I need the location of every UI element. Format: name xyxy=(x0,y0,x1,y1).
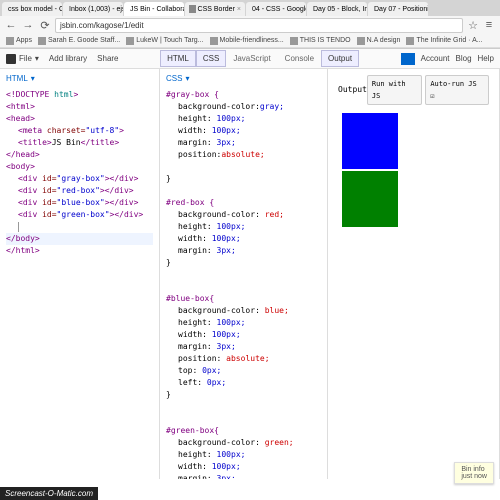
account-link[interactable]: Account xyxy=(421,54,450,63)
output-canvas xyxy=(340,113,487,227)
share-button[interactable]: Share xyxy=(97,54,118,63)
bookmark-item[interactable]: N.A design xyxy=(357,37,401,45)
page-icon xyxy=(38,37,46,45)
panel-console[interactable]: Console xyxy=(278,50,321,67)
bookmark-item[interactable]: LukeW | Touch Targ... xyxy=(126,37,203,45)
green-box xyxy=(342,171,398,227)
blog-link[interactable]: Blog xyxy=(456,54,472,63)
html-editor[interactable]: HTML▾ <!DOCTYPE html> <html> <head> <met… xyxy=(0,69,160,479)
page-icon xyxy=(210,37,218,45)
bookmark-item[interactable]: The Infinite Grid · A... xyxy=(406,37,482,45)
bookmark-item[interactable]: THIS IS TENDO xyxy=(290,37,351,45)
add-library-button[interactable]: Add library xyxy=(49,54,87,63)
tab-label: 04 - CSS - Google D xyxy=(252,6,306,13)
page-icon xyxy=(290,37,298,45)
bin-info-title: Bin info xyxy=(461,466,487,473)
jsbin-logo-icon xyxy=(6,54,16,64)
url-text: jsbin.com/kagose/1/edit xyxy=(60,21,144,30)
url-input[interactable]: jsbin.com/kagose/1/edit xyxy=(55,18,463,33)
star-icon[interactable]: ☆ xyxy=(466,18,480,32)
favicon xyxy=(189,5,196,13)
chevron-down-icon: ▾ xyxy=(35,54,39,63)
pane-title: CSS xyxy=(166,73,182,85)
text-cursor xyxy=(18,222,19,232)
panel-html[interactable]: HTML xyxy=(160,50,196,67)
tab-label: CSS Border xyxy=(198,6,235,13)
tab[interactable]: Day 07 - Positionin xyxy=(368,2,428,16)
pane-title: HTML xyxy=(6,73,28,85)
output-pane: Output Run with JS Auto-run JS ☑ xyxy=(328,69,500,479)
tab-label: Day 07 - Positionin xyxy=(374,6,428,13)
panel-js[interactable]: JavaScript xyxy=(226,50,277,67)
browser-tabs: css box model - Go× Inbox (1,003) - ejse… xyxy=(0,0,500,16)
panel-css[interactable]: CSS xyxy=(196,50,226,67)
tab[interactable]: css box model - Go× xyxy=(2,2,62,16)
tab[interactable]: Inbox (1,003) - ejse× xyxy=(63,2,123,16)
css-editor[interactable]: CSS▾ #gray-box { background-color:gray; … xyxy=(160,69,328,479)
tab-active[interactable]: JS Bin - Collaborati× xyxy=(124,2,184,16)
menu-icon[interactable]: ≡ xyxy=(482,18,496,32)
page-icon xyxy=(406,37,414,45)
tab-label: Day 05 - Block, Inlin xyxy=(313,6,367,13)
bookmark-item[interactable]: Mobile-friendliness... xyxy=(210,37,284,45)
forward-icon[interactable]: → xyxy=(21,18,35,32)
pane-title: Output xyxy=(338,84,367,96)
bin-info-time: just now xyxy=(461,473,487,480)
blue-box xyxy=(342,113,398,169)
bin-icon[interactable] xyxy=(401,53,415,65)
bookmark-item[interactable]: Sarah E. Goode Staff... xyxy=(38,37,120,45)
apps-icon xyxy=(6,37,14,45)
close-icon[interactable]: × xyxy=(237,6,241,13)
page-icon xyxy=(126,37,134,45)
apps-button[interactable]: Apps xyxy=(6,37,32,45)
bookmarks-bar: Apps Sarah E. Goode Staff... LukeW | Tou… xyxy=(0,34,500,48)
chevron-down-icon[interactable]: ▾ xyxy=(185,73,189,85)
page-icon xyxy=(357,37,365,45)
reload-icon[interactable]: ⟳ xyxy=(38,18,52,32)
file-menu[interactable]: File ▾ xyxy=(6,54,39,64)
panel-output[interactable]: Output xyxy=(321,50,359,67)
tab[interactable]: CSS Border× xyxy=(185,2,245,16)
autorun-toggle[interactable]: Auto-run JS ☑ xyxy=(425,75,489,105)
tab-label: Inbox (1,003) - ejse xyxy=(69,6,123,13)
bin-info-popup[interactable]: Bin info just now xyxy=(454,462,494,484)
help-link[interactable]: Help xyxy=(478,54,494,63)
back-icon[interactable]: ← xyxy=(4,18,18,32)
tab[interactable]: Day 05 - Block, Inlin xyxy=(307,2,367,16)
tab-label: JS Bin - Collaborati xyxy=(130,6,184,13)
chevron-down-icon[interactable]: ▾ xyxy=(31,73,35,85)
tab-label: css box model - Go xyxy=(8,6,62,13)
watermark: Screencast-O-Matic.com xyxy=(0,487,98,500)
tab[interactable]: 04 - CSS - Google D xyxy=(246,2,306,16)
run-button[interactable]: Run with JS xyxy=(367,75,422,105)
